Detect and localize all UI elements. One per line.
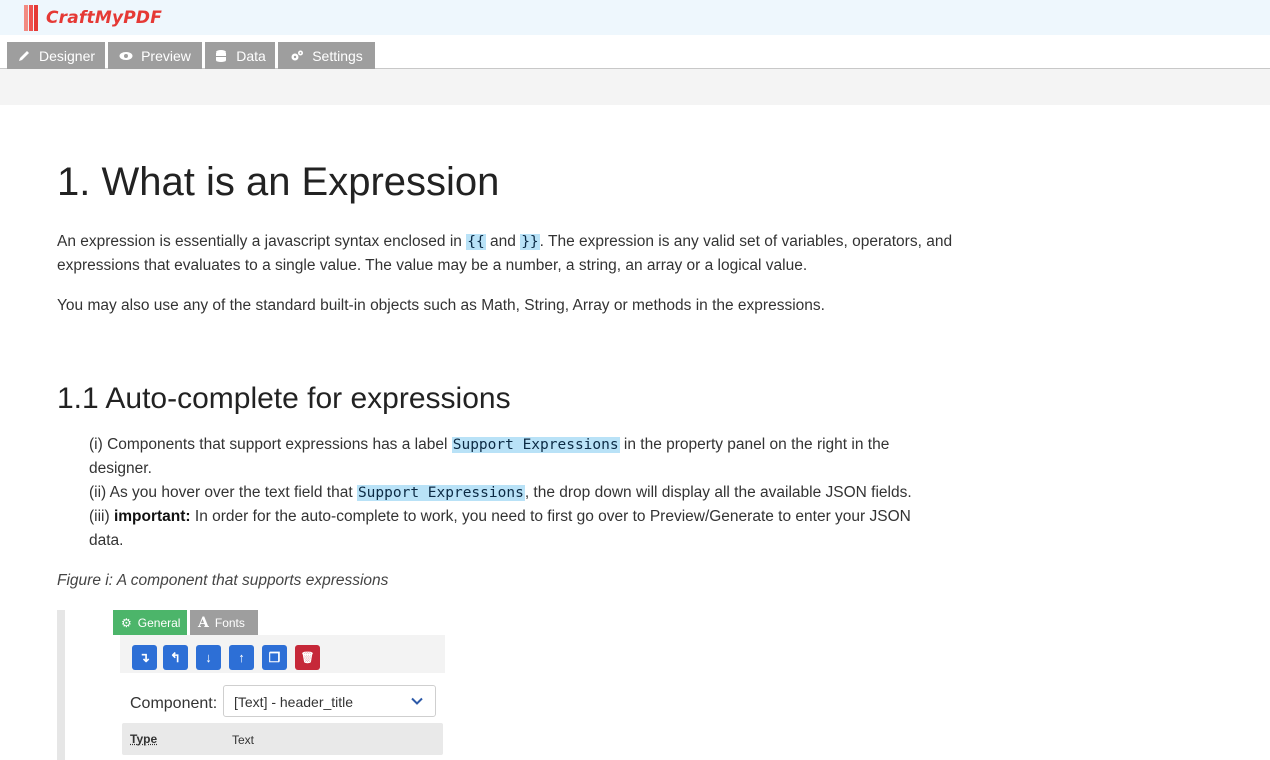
trash-icon: 🗑 [300, 652, 315, 664]
text: (iii) [89, 508, 114, 525]
page-title: 1. What is an Expression [57, 160, 500, 204]
tab-data[interactable]: Data [205, 42, 275, 69]
document-content: 1. What is an Expression An expression i… [0, 105, 1270, 760]
code-support-expressions: Support Expressions [356, 485, 525, 501]
tab-label: Fonts [214, 615, 245, 630]
copy-button[interactable]: ❐ [262, 645, 287, 670]
list-item: (ii) As you hover over the text field th… [89, 481, 949, 505]
component-toolbar: ↴ ↰ ↓ ↑ ❐ 🗑 [120, 635, 445, 673]
font-icon: A [198, 614, 209, 631]
move-up-button[interactable]: ↰ [163, 645, 188, 670]
text: In order for the auto-complete to work, … [89, 508, 911, 549]
prop-key: Type [130, 732, 158, 746]
eye-icon [119, 51, 133, 60]
component-label: Component: [130, 695, 218, 712]
move-down-icon: ↴ [139, 649, 150, 665]
tab-label: Preview [141, 47, 191, 64]
gears-icon [291, 50, 304, 60]
tab-label: Data [236, 47, 266, 64]
text: (ii) As you hover over the text field th… [89, 484, 357, 501]
tab-label: General [137, 615, 181, 630]
move-up-icon: ↰ [170, 649, 181, 665]
tab-settings[interactable]: Settings [278, 42, 375, 69]
figure-caption: Figure i: A component that supports expr… [57, 572, 389, 589]
tab-fonts[interactable]: A Fonts [190, 610, 258, 635]
paragraph-builtins: You may also use any of the standard bui… [57, 297, 825, 314]
tab-preview[interactable]: Preview [108, 42, 202, 69]
tab-designer[interactable]: Designer [7, 42, 105, 69]
database-icon [216, 49, 227, 62]
logo-text: CraftMyPDF [46, 8, 163, 28]
prop-value: Text [232, 733, 255, 747]
code-open-braces: {{ [466, 234, 486, 250]
tab-general[interactable]: ⚙ General [113, 610, 187, 635]
tab-label: Settings [312, 47, 363, 64]
arrow-down-icon: ↓ [205, 650, 212, 665]
text: (i) Components that support expressions … [89, 436, 452, 453]
text: and [485, 233, 521, 250]
figure-property-panel: ⚙ General A Fonts ↴ ↰ ↓ ↑ ❐ 🗑 Component:… [57, 610, 457, 760]
arrow-down-button[interactable]: ↓ [196, 645, 221, 670]
copy-icon: ❐ [268, 649, 281, 665]
tab-label: Designer [38, 47, 96, 64]
code-close-braces: }} [520, 234, 540, 250]
autocomplete-list: (i) Components that support expressions … [89, 433, 949, 553]
arrow-up-icon: ↑ [238, 650, 245, 665]
text: An expression is essentially a javascrip… [57, 233, 467, 250]
pencil-icon [18, 50, 29, 61]
important-label: important: [113, 508, 191, 525]
delete-button[interactable]: 🗑 [295, 645, 320, 670]
logo-icon [24, 3, 44, 33]
component-select[interactable]: [Text] - header_title [223, 685, 436, 717]
section-title: 1.1 Auto-complete for expressions [57, 382, 511, 415]
select-value: [Text] - header_title [234, 694, 354, 710]
chevron-down-icon [411, 697, 423, 705]
app-header: CraftMyPDF [0, 0, 1270, 35]
move-down-button[interactable]: ↴ [132, 645, 157, 670]
list-item: (i) Components that support expressions … [89, 433, 949, 481]
text: , the drop down will display all the ava… [524, 484, 912, 501]
arrow-up-button[interactable]: ↑ [229, 645, 254, 670]
gear-icon: ⚙ [121, 615, 132, 630]
sub-toolbar [0, 69, 1270, 105]
paragraph-intro: An expression is essentially a javascrip… [57, 230, 957, 278]
logo[interactable]: CraftMyPDF [24, 3, 162, 33]
tab-bar: Designer Preview Data Settings [0, 35, 1270, 69]
list-item: (iii) important: In order for the auto-c… [89, 505, 949, 553]
code-support-expressions: Support Expressions [451, 437, 620, 453]
prop-row-type: Type Text [122, 723, 443, 755]
